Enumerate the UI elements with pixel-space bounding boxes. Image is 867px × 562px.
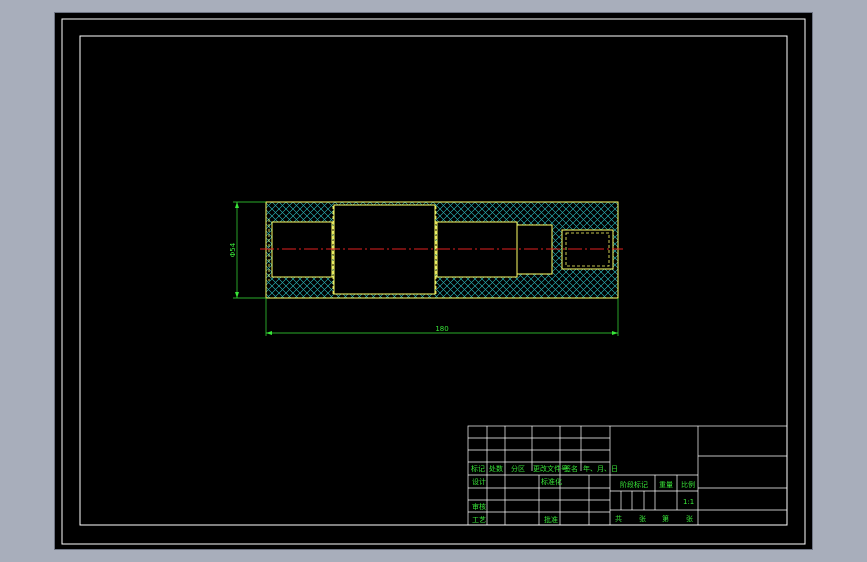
tb-process: 工艺 — [472, 516, 486, 524]
title-block-text: 标记 处数 分区 更改文件号 签名 年、月、日 设计 标准化 审核 工艺 批准 … — [471, 464, 695, 524]
tb-scale-label: 比例 — [681, 480, 695, 489]
drawing-canvas[interactable]: Φ54 180 标记 处数 分区 更改文件号 签名 年、月、日 设计 标准化 审… — [55, 13, 812, 549]
tb-scale-value: 1:1 — [683, 498, 694, 506]
tb-sheets-total-unit: 张 — [639, 514, 646, 523]
tb-count: 处数 — [489, 464, 503, 473]
dim-h-arrow-left — [266, 331, 272, 335]
tb-weight-label: 重量 — [659, 481, 673, 489]
tb-sheets-total: 共 — [615, 514, 622, 523]
dim-v-arrow-top — [235, 202, 239, 208]
dim-h-arrow-right — [612, 331, 618, 335]
part-section — [260, 201, 623, 299]
tb-stage-label: 阶段标记 — [620, 480, 648, 489]
tb-sign: 签名 — [564, 464, 578, 473]
tb-date: 年、月、日 — [583, 464, 618, 473]
tb-mark: 标记 — [471, 464, 485, 473]
cad-drawing: Φ54 180 标记 处数 分区 更改文件号 签名 年、月、日 设计 标准化 审… — [61, 18, 806, 545]
tb-review: 审核 — [472, 502, 486, 511]
dim-length-label: 180 — [435, 325, 448, 333]
tb-sheets-page-unit: 张 — [686, 514, 693, 523]
tb-change-doc: 更改文件号 — [533, 464, 568, 473]
tb-sheets-page: 第 — [662, 514, 669, 523]
tb-approve: 批准 — [544, 515, 558, 524]
dim-v-arrow-bottom — [235, 292, 239, 298]
tb-design: 设计 — [472, 477, 486, 486]
title-block — [467, 425, 788, 526]
tb-zone: 分区 — [511, 464, 525, 473]
tb-standard: 标准化 — [541, 477, 562, 486]
dim-height-label: Φ54 — [229, 242, 237, 257]
